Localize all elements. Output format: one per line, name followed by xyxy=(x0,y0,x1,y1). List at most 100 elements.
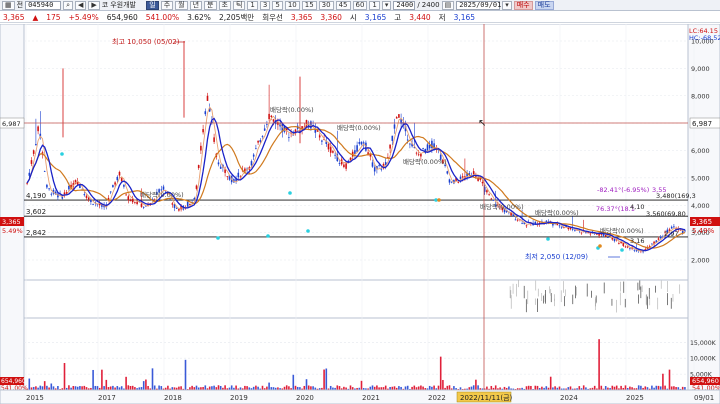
period-day-tab[interactable]: 일 xyxy=(146,0,159,10)
volume-bar xyxy=(651,385,653,390)
candle-body xyxy=(415,152,418,154)
stock-code-input[interactable]: 045940 xyxy=(25,0,62,10)
volume-bar xyxy=(534,385,537,390)
candle-body xyxy=(420,153,422,157)
volume-bar xyxy=(96,386,99,390)
candle-body xyxy=(635,250,638,252)
time-tick-label: 2025 xyxy=(626,394,644,402)
candle-body xyxy=(391,135,394,141)
candle-body xyxy=(343,164,345,168)
volume-bar xyxy=(255,385,257,390)
trade-marker xyxy=(60,152,64,156)
candle-body xyxy=(360,141,363,145)
price-tick-label: 6,000 xyxy=(691,147,710,155)
buy-button[interactable]: 매수 xyxy=(513,0,533,10)
candle-body xyxy=(525,225,528,227)
grid-menu-icon[interactable]: ▦ xyxy=(2,0,15,10)
volume-bar xyxy=(235,385,237,390)
volume-bar xyxy=(323,369,325,390)
period-minute-tab[interactable]: 분 xyxy=(204,0,217,10)
interval-10-button[interactable]: 10 xyxy=(284,0,300,10)
volume-bar xyxy=(224,385,226,390)
candle-body xyxy=(358,142,361,144)
search-icon[interactable]: ⌕ xyxy=(63,0,73,10)
volume-bar xyxy=(310,386,312,390)
volume: 654,960 xyxy=(106,12,138,22)
candle-body xyxy=(252,154,255,157)
next-stock-button[interactable]: ▶ xyxy=(88,0,100,10)
volume-bar xyxy=(336,385,339,390)
interval-30-button[interactable]: 30 xyxy=(318,0,334,10)
volume-bar xyxy=(244,385,246,390)
volume-bar xyxy=(178,386,180,390)
bar-count-input[interactable]: 2400 xyxy=(393,0,416,10)
pref-price-a: 3,365 xyxy=(290,12,313,22)
candle-body xyxy=(259,140,262,143)
period-year-tab[interactable]: 년 xyxy=(189,0,203,10)
volume-bar xyxy=(569,386,572,390)
volume-bar xyxy=(549,376,552,390)
period-month-tab[interactable]: 월 xyxy=(175,0,188,10)
volume-bar xyxy=(558,386,561,390)
volume-bar xyxy=(442,379,444,390)
period-second-tab[interactable]: 초 xyxy=(218,0,231,10)
candle-body xyxy=(338,163,341,164)
volume-bar xyxy=(294,385,297,390)
interval-3-button[interactable]: 3 xyxy=(259,0,271,10)
volume-bar xyxy=(659,386,662,390)
candle-body xyxy=(134,202,136,203)
trade-marker xyxy=(288,191,292,195)
volume-bar xyxy=(230,385,233,390)
candle-body xyxy=(490,198,493,200)
interval-45-button[interactable]: 45 xyxy=(335,0,351,10)
volume-bar xyxy=(404,386,407,390)
sell-button[interactable]: 매도 xyxy=(534,0,554,10)
volume-bar xyxy=(448,385,451,390)
candle-body xyxy=(659,236,662,239)
volume-tick-label: 15,000K xyxy=(690,340,717,347)
mouse-cursor-icon: ↖ xyxy=(478,118,486,129)
candle-body xyxy=(373,167,376,172)
prev-stock-button[interactable]: ◀ xyxy=(75,0,87,10)
signal-panel[interactable] xyxy=(23,279,689,319)
date-input[interactable]: 2025/09/01 xyxy=(456,0,501,10)
candle-body xyxy=(371,162,374,167)
volume-bar xyxy=(261,385,264,390)
price-change-pct: +5.49% xyxy=(68,12,99,22)
period-tick-tab[interactable]: 틱 xyxy=(232,0,246,10)
candle-body xyxy=(560,226,563,228)
candle-body xyxy=(488,193,490,195)
volume-bar xyxy=(211,386,213,390)
price-panel[interactable] xyxy=(23,24,689,281)
pref-price-b: 3,360 xyxy=(320,12,342,22)
volume-bar xyxy=(125,376,127,390)
candle-body xyxy=(395,117,398,119)
candle-body xyxy=(409,143,411,145)
interval-custom-button[interactable]: 1 xyxy=(369,0,380,10)
volume-bar xyxy=(624,385,627,390)
candle-body xyxy=(175,208,178,209)
volume-panel[interactable] xyxy=(23,317,689,391)
market-type-label: 코 xyxy=(101,0,109,9)
interval-15-button[interactable]: 15 xyxy=(301,0,317,10)
volume-bar xyxy=(50,383,53,390)
interval-5-button[interactable]: 5 xyxy=(272,0,283,10)
period-week-tab[interactable]: 주 xyxy=(160,0,174,10)
volume-bar xyxy=(292,374,295,390)
trade-marker xyxy=(266,234,270,238)
calendar-icon[interactable]: ▤ xyxy=(441,0,455,10)
candle-body xyxy=(633,249,636,251)
volume-bar xyxy=(285,385,288,390)
candle-body xyxy=(202,129,204,133)
interval-1-button[interactable]: 1 xyxy=(247,0,258,10)
date-picker-icon[interactable]: ▾ xyxy=(502,0,512,10)
current-pct-axis-label: 5.49% xyxy=(692,227,715,235)
open-price: 3,165 xyxy=(364,12,387,22)
range-label-4: 3,560(69,80 xyxy=(646,210,686,218)
interval-60-button[interactable]: 60 xyxy=(352,0,368,10)
volume-bar xyxy=(28,378,31,390)
dropdown-arrow-icon[interactable]: ▾ xyxy=(381,0,392,10)
candle-body xyxy=(426,144,429,151)
stock-chart[interactable]: ↖ 10,0009,0008,0007,0006,0005,0004,0003,… xyxy=(0,24,720,404)
left-volume-value: 654,960 xyxy=(1,378,26,385)
